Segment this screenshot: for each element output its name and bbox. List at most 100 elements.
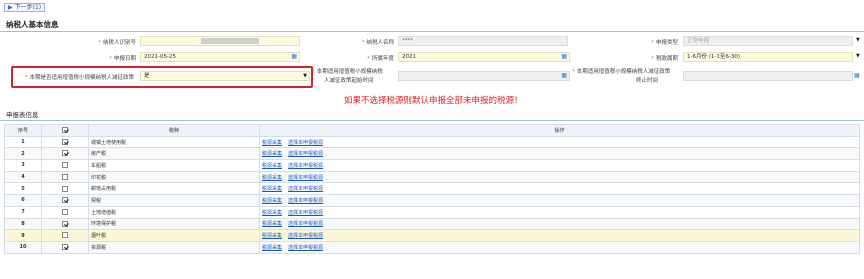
collect-source-link[interactable]: 税源采集	[262, 151, 282, 157]
policy-end-field[interactable]	[683, 71, 853, 81]
collect-source-link[interactable]: 税源采集	[262, 140, 282, 146]
tax-period-field[interactable]: 1-6月份 (1-1至6-30)	[683, 52, 853, 62]
row-checkbox[interactable]	[62, 232, 68, 239]
row-checkbox[interactable]	[62, 243, 68, 250]
tax-report-table: 序号 税种 操作 1 城镇土地使用税 税源采集 选择本申报税源 2 房产税 税源采集 选择本申…	[4, 124, 860, 254]
row-checkbox[interactable]	[62, 208, 68, 215]
row-ops: 税源采集 选择本申报税源	[259, 194, 860, 207]
select-source-link[interactable]: 选择本申报税源	[288, 163, 323, 169]
row-checkbox-cell[interactable]	[41, 170, 89, 184]
header-ops: 操作	[259, 124, 860, 137]
table-row[interactable]: 9 烟叶税 税源采集 选择本申报税源	[4, 229, 860, 242]
collect-source-link[interactable]: 税源采集	[262, 186, 282, 192]
select-source-link[interactable]: 选择本申报税源	[288, 186, 323, 192]
select-source-link[interactable]: 选择本申报税源	[288, 233, 323, 239]
row-tax-type: 土地增值税	[88, 205, 260, 219]
table-row[interactable]: 8 环境保护税 税源采集 选择本申报税源	[4, 217, 860, 231]
row-ops: 税源采集 选择本申报税源	[259, 182, 860, 196]
row-ops: 税源采集 选择本申报税源	[259, 240, 860, 254]
row-checkbox-cell[interactable]	[41, 147, 89, 161]
row-tax-type: 耕地占用税	[88, 182, 260, 196]
select-source-link[interactable]: 选择本申报税源	[288, 210, 323, 216]
row-seq: 3	[4, 159, 42, 172]
header-select-all[interactable]	[41, 124, 89, 137]
select-all-checkbox[interactable]	[62, 127, 68, 134]
policy-start-field[interactable]: ▦	[398, 71, 570, 81]
calendar-icon[interactable]: ▦	[291, 53, 297, 61]
row-checkbox-cell[interactable]	[41, 182, 89, 196]
table-row[interactable]: 7 土地增值税 税源采集 选择本申报税源	[4, 205, 860, 219]
row-checkbox[interactable]	[62, 173, 68, 180]
report-date-field[interactable]: 2021-05-25 ▦	[140, 52, 300, 62]
report-type-dropdown-icon[interactable]: ▼	[856, 37, 860, 43]
row-checkbox-cell[interactable]	[41, 229, 89, 242]
select-source-link[interactable]: 选择本申报税源	[288, 175, 323, 181]
select-source-link[interactable]: 选择本申报税源	[288, 198, 323, 204]
collect-source-link[interactable]: 税源采集	[262, 210, 282, 216]
row-seq: 1	[4, 135, 42, 149]
taxpayer-name-field: ****	[398, 36, 568, 46]
report-type-label: * 申报类型	[651, 40, 678, 46]
collect-source-link[interactable]: 税源采集	[262, 245, 282, 251]
table-row[interactable]: 10 资源税 税源采集 选择本申报税源	[4, 240, 860, 254]
collect-source-link[interactable]: 税源采集	[262, 233, 282, 239]
collect-source-link[interactable]: 税源采集	[262, 198, 282, 204]
row-seq: 5	[4, 182, 42, 196]
report-type-field[interactable]: 正常申报	[683, 36, 853, 46]
table-row[interactable]: 1 城镇土地使用税 税源采集 选择本申报税源	[4, 135, 860, 149]
row-seq: 9	[4, 229, 42, 242]
row-tax-type: 房产税	[88, 147, 260, 161]
policy-end-label: * 本期适用增值税小规模纳税人减征政策 终止时间	[572, 69, 671, 84]
collect-source-link[interactable]: 税源采集	[262, 221, 282, 227]
row-checkbox[interactable]	[62, 220, 68, 227]
row-checkbox[interactable]	[62, 150, 68, 157]
row-tax-type: 契税	[88, 194, 260, 207]
calendar-icon[interactable]: ▦	[561, 72, 567, 80]
select-source-link[interactable]: 选择本申报税源	[288, 221, 323, 227]
row-seq: 4	[4, 170, 42, 184]
row-checkbox[interactable]	[62, 138, 68, 145]
tax-year-field[interactable]: 2021 ▦	[398, 52, 570, 62]
table-row[interactable]: 3 车船税 税源采集 选择本申报税源	[4, 159, 860, 172]
row-checkbox-cell[interactable]	[41, 194, 89, 207]
section-divider	[0, 120, 864, 121]
header-seq: 序号	[4, 124, 42, 137]
calendar-icon[interactable]: ▦	[854, 72, 860, 79]
calendar-icon[interactable]: ▦	[561, 53, 567, 61]
table-row[interactable]: 4 印花税 税源采集 选择本申报税源	[4, 170, 860, 184]
row-checkbox-cell[interactable]	[41, 205, 89, 219]
table-row[interactable]: 6 契税 税源采集 选择本申报税源	[4, 194, 860, 207]
next-arrow-icon: ▶	[8, 4, 13, 11]
row-checkbox-cell[interactable]	[41, 240, 89, 254]
row-checkbox-cell[interactable]	[41, 135, 89, 149]
chevron-down-icon[interactable]: ▼	[303, 72, 307, 80]
row-checkbox[interactable]	[62, 197, 68, 204]
warning-message: 如果不选择税源则默认申报全部未申报的税源！	[344, 96, 523, 106]
small-taxpayer-policy-select[interactable]: 是 ▼	[140, 71, 310, 81]
taxpayer-name-label: * 纳税人名称	[361, 40, 394, 46]
select-source-link[interactable]: 选择本申报税源	[288, 151, 323, 157]
section-title-taxpayer: 纳税人基本信息	[6, 20, 59, 29]
row-checkbox-cell[interactable]	[41, 217, 89, 231]
taxpayer-id-field[interactable]	[140, 36, 300, 46]
row-tax-type: 印花税	[88, 170, 260, 184]
table-row[interactable]: 2 房产税 税源采集 选择本申报税源	[4, 147, 860, 161]
row-checkbox-cell[interactable]	[41, 159, 89, 172]
row-seq: 6	[4, 194, 42, 207]
collect-source-link[interactable]: 税源采集	[262, 175, 282, 181]
row-checkbox[interactable]	[62, 185, 68, 192]
row-checkbox[interactable]	[62, 162, 68, 169]
row-ops: 税源采集 选择本申报税源	[259, 147, 860, 161]
table-row[interactable]: 5 耕地占用税 税源采集 选择本申报税源	[4, 182, 860, 196]
taxpayer-id-label: * 纳税人识别号	[98, 40, 136, 46]
select-source-link[interactable]: 选择本申报税源	[288, 245, 323, 251]
tax-period-dropdown-icon[interactable]: ▼	[856, 53, 860, 59]
row-seq: 7	[4, 205, 42, 219]
next-step-button[interactable]: ▶ 下一步(1)	[4, 3, 46, 12]
next-step-label: 下一步(1)	[14, 4, 42, 11]
row-seq: 2	[4, 147, 42, 161]
collect-source-link[interactable]: 税源采集	[262, 163, 282, 169]
row-ops: 税源采集 选择本申报税源	[259, 159, 860, 172]
row-ops: 税源采集 选择本申报税源	[259, 229, 860, 242]
select-source-link[interactable]: 选择本申报税源	[288, 140, 323, 146]
